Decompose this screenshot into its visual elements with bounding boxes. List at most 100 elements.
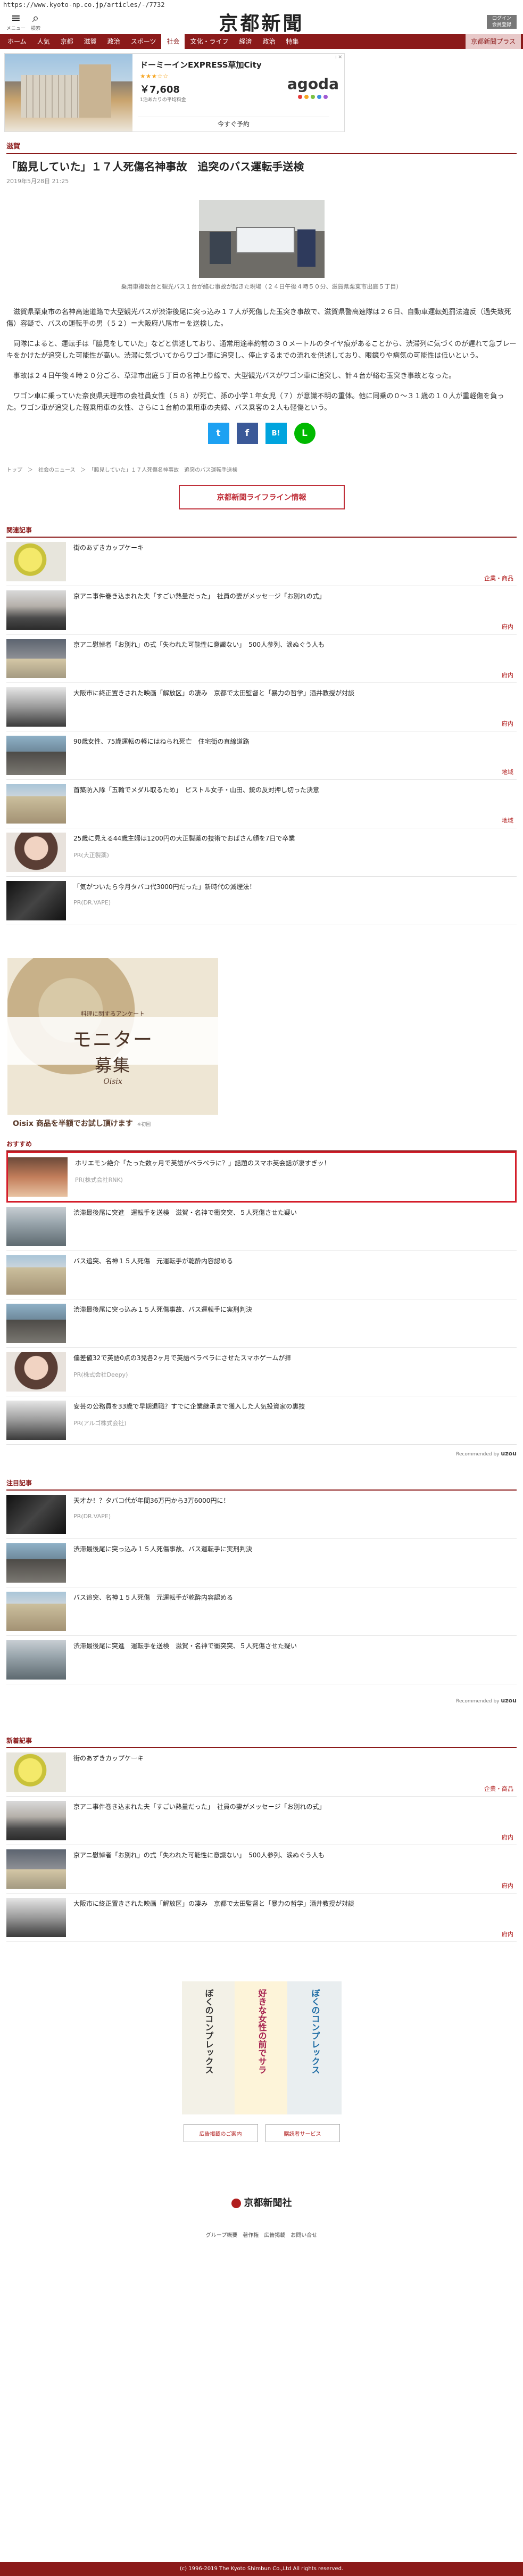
list-item[interactable]: 京アニ事件巻き込まれた夫「すごい熱量だった」 社員の妻がメッセージ「お別れの式」… [6,1797,517,1845]
article-thumbnail [6,590,66,630]
list-item[interactable]: 「気がついたら今月タバコ代3000円だった」新時代の減煙法！ PR(DR.VAPE… [6,877,517,925]
list-item[interactable]: 渋滞最後尾に突進 運転手を送検 滋賀・名神で衝突突、５人死傷させた疑い [6,1636,517,1684]
list-item[interactable]: バス追突、名神１５人死傷 元運転手が乾酔内容認める [6,1587,517,1636]
list-item[interactable]: 25歳に見える44歳主婦は1200円の大正製薬の技術でおばさん顔を7日で卒業 PR… [6,828,517,877]
article-thumbnail [6,1352,66,1392]
agoda-dot [311,95,316,99]
list-item-category: 府内 [502,623,513,630]
list-item[interactable]: ホリエモン絶介「たった数ヶ月で英語がペラペラに？」話題のスマホ英会話が凄すぎッ！… [8,1153,515,1201]
list-item-category: 地域 [502,817,513,824]
footer-logo[interactable]: 京都新聞社 [0,2195,523,2209]
breadcrumb[interactable]: トップ ＞ 社会のニュース ＞ 「脇見していた」１７人死傷名神事故 追突のバス運… [6,465,517,473]
list-item-category: 地域 [502,769,513,776]
article-thumbnail [6,1592,66,1631]
nav-item-shiga[interactable]: 滋賀 [79,34,102,49]
ad-choices-icon[interactable]: i ✕ [335,55,342,60]
list-item[interactable]: 90歳女性、75歳運転の軽にはねられ死亡 住宅街の直線道路地域 [6,731,517,780]
menu-button[interactable]: ≡ メニュー [6,11,26,31]
ad-info-link[interactable]: 広告掲載のご案内 [183,2124,258,2142]
oisix-ad[interactable]: 料理に関するアンケート モニター 募集 Oisix Oisix 商品を半額でお試… [7,958,218,1132]
nav-item-home[interactable]: ホーム [2,34,32,49]
nav-item-politics-2[interactable]: 政治 [258,34,281,49]
uzou-logo: uzou [501,1450,517,1457]
nav-item-plus[interactable]: 京都新聞プラス [466,34,521,49]
subscriber-service-link[interactable]: 購読者サービス [265,2124,340,2142]
lifeline-info-button[interactable]: 京都新聞ライフライン情報 [178,485,345,509]
uzou-logo: uzou [501,1697,517,1704]
list-item-category: 府内 [502,672,513,679]
list-item-title: 大阪市に終正置きされた映画「解放区」の凄み 京都で太田監督と「暴力の哲学」酒井教… [73,689,355,697]
nav-item-feature[interactable]: 特集 [281,34,304,49]
list-item[interactable]: 安芸の公務員を33歳で早期退職？すでに企業継承まで獲入した人気投資家の裏技 PR(… [6,1396,517,1445]
nav-item-economy[interactable]: 経済 [234,34,258,49]
list-item[interactable]: 偏差値32で英語0点の3兒各2ヶ月で英語ペラペラにさせたスマホゲームが拝 PR(株… [6,1348,517,1396]
list-item-title: 偏差値32で英語0点の3兒各2ヶ月で英語ペラペラにさせたスマホゲームが拝 [73,1354,292,1362]
article-title: 「脇見していた」１７人死傷名神事故 追突のバス運転手送検 [6,160,304,173]
list-item[interactable]: 大阪市に終正置きされた映画「解放区」の凄み 京都で太田監督と「暴力の哲学」酒井教… [6,1894,517,1942]
list-item[interactable]: 大阪市に終正置きされた映画「解放区」の凄み 京都で太田監督と「暴力の哲学」酒井教… [6,683,517,731]
recommended-by-label: Recommended by [456,1699,500,1704]
highlighted-recommendation: ホリエモン絶介「たった数ヶ月で英語がペラペラに？」話題のスマホ英会話が凄すぎッ！… [6,1151,517,1203]
article-section-label[interactable]: 滋賀 [6,141,517,154]
list-item[interactable]: 京アニ慰悼者「お別れ」の式「失われた可能性に意識ない」 500人参列、涙ぬぐう人… [6,1845,517,1894]
agoda-dots [287,95,339,99]
nav-item-kyoto[interactable]: 京都 [55,34,79,49]
line-share-button[interactable]: L [294,423,316,444]
list-item-title: 安芸の公務員を33歳で早期退職？すでに企業継承まで獲入した人気投資家の裏技 [73,1403,305,1410]
list-item[interactable]: 街のあずきカップケーキ 企業・商品 [6,1748,517,1797]
list-item-title: バス追突、名神１５人死傷 元運転手が乾酔内容認める [73,1594,234,1601]
recommended-by[interactable]: Recommended by uzou [6,1697,517,1704]
agoda-dot [323,95,328,99]
footer-nav[interactable]: グループ概要 著作権 広告掲載 お問い合せ [0,2231,523,2238]
hotel-photo [5,54,132,131]
site-logo[interactable]: 京都新聞 [219,8,304,36]
recommended-by-label: Recommended by [456,1452,500,1457]
oisix-ad-footer: Oisix 商品を半額でお試し頂けます ※初回 [7,1115,218,1132]
book-now-link[interactable]: 今すぐ予約 [138,117,329,128]
article-photo[interactable] [198,200,325,278]
manga-panel-title: ぼくのコンプレックス [310,1989,320,2074]
sponsor-label: PR(株式会社RNK) [75,1176,123,1183]
global-nav: ホーム 人気 京都 滋賀 政治 スポーツ 社会 文化・ライフ 経済 政治 特集 … [0,34,523,49]
login-label: ログイン 会員登録 [492,16,511,28]
top-hotel-ad[interactable]: ドーミーインEXPRESS草加City ★★★☆☆ ￥7,608 1泊あたりの平… [4,53,345,132]
list-item-title: 大阪市に終正置きされた映画「解放区」の凄み 京都で太田監督と「暴力の哲学」酒井教… [73,1900,355,1907]
list-item[interactable]: 渋滞最後尾に突進 運転手を送検 滋賀・名神で衝突突、５人死傷させた疑い [6,1203,517,1251]
line-icon: L [302,428,308,439]
list-item[interactable]: 街のあずきカップケーキ 企業・商品 [6,538,517,586]
article-paragraph: ワゴン車に乗っていた奈良県天理市の会社員女性（５８）が死亡、孫の小学１年女児（７… [6,392,504,412]
manga-panel-title: ぼくのコンプレックス [203,1989,214,2074]
list-item[interactable]: 渋滞最後尾に突っ込み１５人死傷事故、バス運転手に実刑判決 [6,1299,517,1348]
nav-item-popular[interactable]: 人気 [32,34,55,49]
search-button[interactable]: ⌕ 検索 [31,12,40,31]
login-button[interactable]: ログイン 会員登録 [487,15,517,29]
manga-ad[interactable]: ぼくのコンプレックス 好きな女性の前でサラ ぼくのコンプレックス [181,1981,342,2114]
manga-panel: 好きな女性の前でサラ [235,1981,288,2114]
sponsor-label: PR(アルゴ株式会社) [73,1420,127,1427]
nav-item-culture[interactable]: 文化・ライフ [185,34,234,49]
list-item-title: 90歳女性、75歳運転の軽にはねられ死亡 住宅街の直線道路 [73,738,250,745]
related-articles-title: 関連記事 [6,525,517,538]
list-item[interactable]: バス追突、名神１５人死傷 元運転手が乾酔内容認める [6,1251,517,1299]
nav-item-society[interactable]: 社会 [161,34,185,49]
list-item[interactable]: 渋滞最後尾に突っ込み１５人死傷事故、バス運転手に実刑判決 [6,1539,517,1587]
hamburger-icon: ≡ [11,11,21,25]
twitter-share-button[interactable]: t [207,423,229,444]
list-item-title: 街のあずきカップケーキ [73,1755,144,1762]
facebook-share-button[interactable]: f [236,423,258,444]
recommended-by[interactable]: Recommended by uzou [6,1450,517,1457]
hatena-share-button[interactable]: B! [265,423,287,444]
list-item-category: 府内 [502,1882,513,1889]
nav-item-sports[interactable]: スポーツ [126,34,162,49]
list-item-category: 府内 [502,1931,513,1938]
list-item[interactable]: 京アニ事件巻き込まれた夫「すごい熱量だった」 社員の妻がメッセージ「お別れの式」… [6,586,517,635]
list-item[interactable]: 京アニ慰悼者「お別れ」の式「失われた可能性に意識ない」 500人参列、涙ぬぐう人… [6,635,517,683]
related-articles-list: 街のあずきカップケーキ 企業・商品 京アニ事件巻き込まれた夫「すごい熱量だった」 … [0,538,523,925]
list-item-title: 街のあずきカップケーキ [73,544,144,552]
hatena-icon: B! [271,429,280,438]
copyright-bar: (c) 1996-2019 The Kyoto Shimbun Co.,Ltd … [0,2562,523,2576]
list-item[interactable]: 天才か！？タバコ代が年間36万円から3万6000円に！ PR(DR.VAPE) [6,1491,517,1539]
list-item[interactable]: 首築防入隊「五輪でメダル取るため」 ピストル女子・山田、銃の反対押し切った決意地… [6,780,517,828]
attention-title: 注目記事 [6,1478,517,1491]
nav-item-politics[interactable]: 政治 [102,34,126,49]
